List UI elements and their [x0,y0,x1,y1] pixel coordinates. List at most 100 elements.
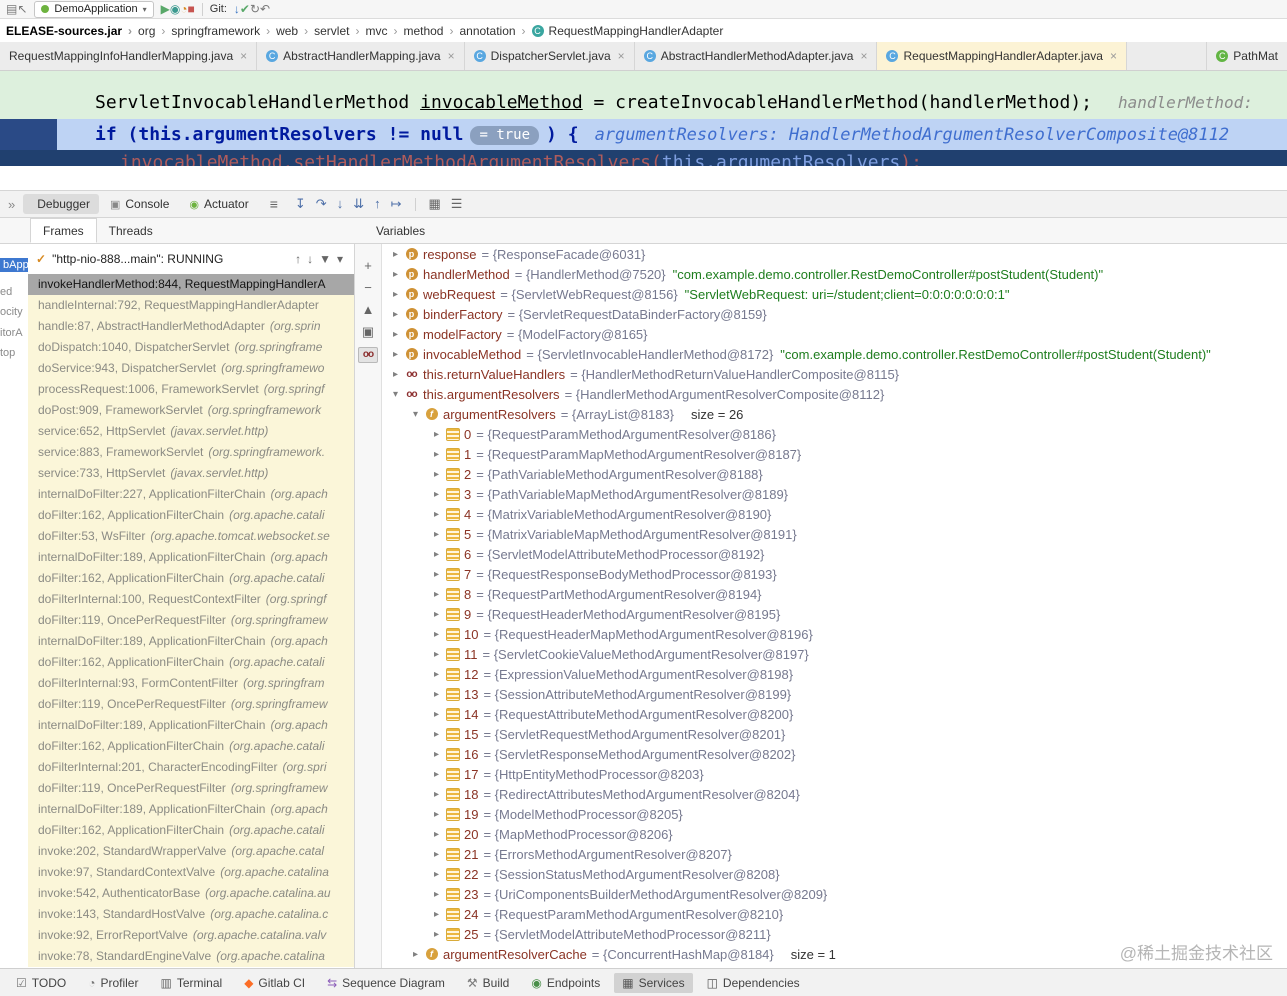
breadcrumb-item[interactable]: ELEASE-sources.jar [6,24,138,38]
breadcrumb-item[interactable]: RequestMappingHandlerAdapter [532,24,724,38]
step-over-icon[interactable]: ↷ [316,196,327,211]
stop-button[interactable]: ■ [188,2,195,16]
view-as-table-icon[interactable]: ▦ [429,196,441,211]
breadcrumb-item[interactable]: springframework [171,24,276,38]
move-watch-up-icon[interactable]: ▲ [359,303,377,316]
chevron-icon[interactable]: ▸ [429,489,444,500]
chevron-icon[interactable]: ▾ [388,389,403,400]
statusbar-item[interactable]: Build [459,973,517,993]
add-watch-icon[interactable]: + [359,259,377,272]
variable-row[interactable]: ▸ 24 = {RequestParamMethodArgumentResolv… [382,904,1287,924]
chevron-icon[interactable]: ▸ [429,669,444,680]
variable-row[interactable]: ▸ webRequest = {ServletWebRequest@8156} … [382,284,1287,304]
chevron-icon[interactable]: ▸ [429,469,444,480]
statusbar-item[interactable]: TODO [8,973,74,993]
variable-row[interactable]: ▸ 6 = {ServletModelAttributeMethodProces… [382,544,1287,564]
chevron-icon[interactable]: ▸ [429,589,444,600]
stack-frame-row[interactable]: doFilter:162, ApplicationFilterChain (org… [28,505,354,526]
stack-frame-row[interactable]: invokeHandlerMethod:844, RequestMappingH… [28,274,354,295]
stack-frame-row[interactable]: doFilterInternal:201, CharacterEncodingF… [28,757,354,778]
chevron-icon[interactable]: ▸ [429,529,444,540]
variable-row[interactable]: ▸ 14 = {RequestAttributeMethodArgumentRe… [382,704,1287,724]
selected-code-strip[interactable]: invocableMethod.setHandlerMethodArgument… [0,150,1287,166]
variable-row[interactable]: ▸ 18 = {RedirectAttributesMethodArgument… [382,784,1287,804]
statusbar-item[interactable]: Terminal [152,973,230,993]
stack-frame-row[interactable]: invoke:97, StandardContextValve (org.apac… [28,862,354,883]
variable-row[interactable]: ▸ 20 = {MapMethodProcessor@8206} [382,824,1287,844]
chevron-icon[interactable]: ▸ [388,329,403,340]
stack-frame-row[interactable]: internalDoFilter:189, ApplicationFilterC… [28,799,354,820]
variable-row[interactable]: ▸ 5 = {MatrixVariableMapMethodArgumentRe… [382,524,1287,544]
stack-frame-row[interactable]: doPost:909, FrameworkServlet (org.springf… [28,400,354,421]
chevron-icon[interactable]: ▸ [429,549,444,560]
variable-row[interactable]: ▸ 12 = {ExpressionValueMethodArgumentRes… [382,664,1287,684]
stack-frame-row[interactable]: invoke:542, AuthenticatorBase (org.apache… [28,883,354,904]
variable-row[interactable]: ▸ invocableMethod = {ServletInvocableHan… [382,344,1287,364]
run-to-cursor-icon[interactable]: ↦ [391,196,402,211]
frame-up-icon[interactable]: ↑ [295,252,301,266]
variable-row[interactable]: ▸ 0 = {RequestParamMethodArgumentResolve… [382,424,1287,444]
statusbar-item[interactable]: Profiler [80,973,146,993]
breadcrumb-item[interactable]: annotation [459,24,531,38]
commit-button[interactable]: ✔ [240,2,250,16]
chevron-icon[interactable]: ▸ [429,629,444,640]
chevron-down-icon[interactable]: ▾ [337,252,343,266]
chevron-icon[interactable]: ▸ [429,709,444,720]
variable-row[interactable]: ▸ 15 = {ServletRequestMethodArgumentReso… [382,724,1287,744]
navigate-back-icon[interactable]: ↖ [17,2,27,16]
variable-row[interactable]: ▸ 23 = {UriComponentsBuilderMethodArgume… [382,884,1287,904]
stack-frame-row[interactable]: doFilter:119, OncePerRequestFilter (org.s… [28,694,354,715]
variable-row[interactable]: ▾ this.argumentResolvers = {HandlerMetho… [382,384,1287,404]
statusbar-item[interactable]: Dependencies [699,973,808,993]
run-button[interactable]: ▶ [161,2,170,16]
breadcrumb-item[interactable]: servlet [314,24,365,38]
stack-frame-row[interactable]: doFilterInternal:100, RequestContextFilt… [28,589,354,610]
variable-row[interactable]: ▾ argumentResolvers = {ArrayList@8183} s… [382,404,1287,424]
thread-selector[interactable]: "http-nio-888...main": RUNNING [52,252,223,266]
variable-row[interactable]: ▸ 3 = {PathVariableMapMethodArgumentReso… [382,484,1287,504]
code-line-1[interactable]: ServletInvocableHandlerMethod invocableM… [95,92,1253,113]
rollback-button[interactable]: ↶ [260,2,270,16]
variable-row[interactable]: ▸ 19 = {ModelMethodProcessor@8205} [382,804,1287,824]
variable-row[interactable]: ▸ 16 = {ServletResponseMethodArgumentRes… [382,744,1287,764]
stack-frame-row[interactable]: doFilter:53, WsFilter (org.apache.tomcat.… [28,526,354,547]
variable-row[interactable]: ▸ 9 = {RequestHeaderMethodArgumentResolv… [382,604,1287,624]
stack-frame-row[interactable]: internalDoFilter:189, ApplicationFilterC… [28,547,354,568]
variable-row[interactable]: ▸ 8 = {RequestPartMethodArgumentResolver… [382,584,1287,604]
stack-frame-row[interactable]: doFilterInternal:93, FormContentFilter (o… [28,673,354,694]
remove-watch-icon[interactable]: − [359,281,377,294]
chevron-icon[interactable]: ▸ [429,889,444,900]
variable-row[interactable]: ▸ 10 = {RequestHeaderMapMethodArgumentRe… [382,624,1287,644]
panel-tab[interactable]: Threads [97,218,165,243]
variable-row[interactable]: ▸ this.returnValueHandlers = {HandlerMet… [382,364,1287,384]
chevron-icon[interactable]: ▸ [429,829,444,840]
refresh-button[interactable]: ↻ [250,2,260,16]
frame-down-icon[interactable]: ↓ [307,252,313,266]
code-line-2[interactable]: if (this.argumentResolvers != null = true… [95,124,1229,145]
collapse-chevrons-icon[interactable]: » [8,197,15,212]
variable-row[interactable]: ▸ 22 = {SessionStatusMethodArgumentResol… [382,864,1287,884]
variable-row[interactable]: ▸ 7 = {RequestResponseBodyMethodProcesso… [382,564,1287,584]
statusbar-item[interactable]: Gitlab CI [236,973,313,993]
stack-frame-row[interactable]: service:652, HttpServlet (javax.servlet.h… [28,421,354,442]
stack-frame-row[interactable]: doService:943, DispatcherServlet (org.spr… [28,358,354,379]
variable-row[interactable]: ▸ 1 = {RequestParamMapMethodArgumentReso… [382,444,1287,464]
chevron-icon[interactable]: ▸ [388,349,403,360]
breadcrumb-item[interactable]: web [276,24,314,38]
variable-row[interactable]: ▸ binderFactory = {ServletRequestDataBin… [382,304,1287,324]
stack-frame-row[interactable]: handle:87, AbstractHandlerMethodAdapter (… [28,316,354,337]
stack-frame-row[interactable]: processRequest:1006, FrameworkServlet (or… [28,379,354,400]
chevron-icon[interactable]: ▸ [388,309,403,320]
chevron-icon[interactable]: ▸ [429,689,444,700]
chevron-icon[interactable]: ▸ [429,569,444,580]
stack-frame-row[interactable]: service:733, HttpServlet (javax.servlet.h… [28,463,354,484]
stack-frame-row[interactable]: doFilter:162, ApplicationFilterChain (org… [28,652,354,673]
chevron-icon[interactable]: ▸ [388,369,403,380]
stack-frame-row[interactable]: doFilter:162, ApplicationFilterChain (org… [28,736,354,757]
stack-frame-row[interactable]: internalDoFilter:189, ApplicationFilterC… [28,715,354,736]
statusbar-item[interactable]: Sequence Diagram [319,973,453,993]
step-out-icon[interactable]: ↑ [374,196,381,211]
variable-row[interactable]: ▸ 4 = {MatrixVariableMethodArgumentResol… [382,504,1287,524]
layout-settings-icon[interactable]: ☰ [451,196,463,211]
chevron-icon[interactable]: ▸ [388,249,403,260]
